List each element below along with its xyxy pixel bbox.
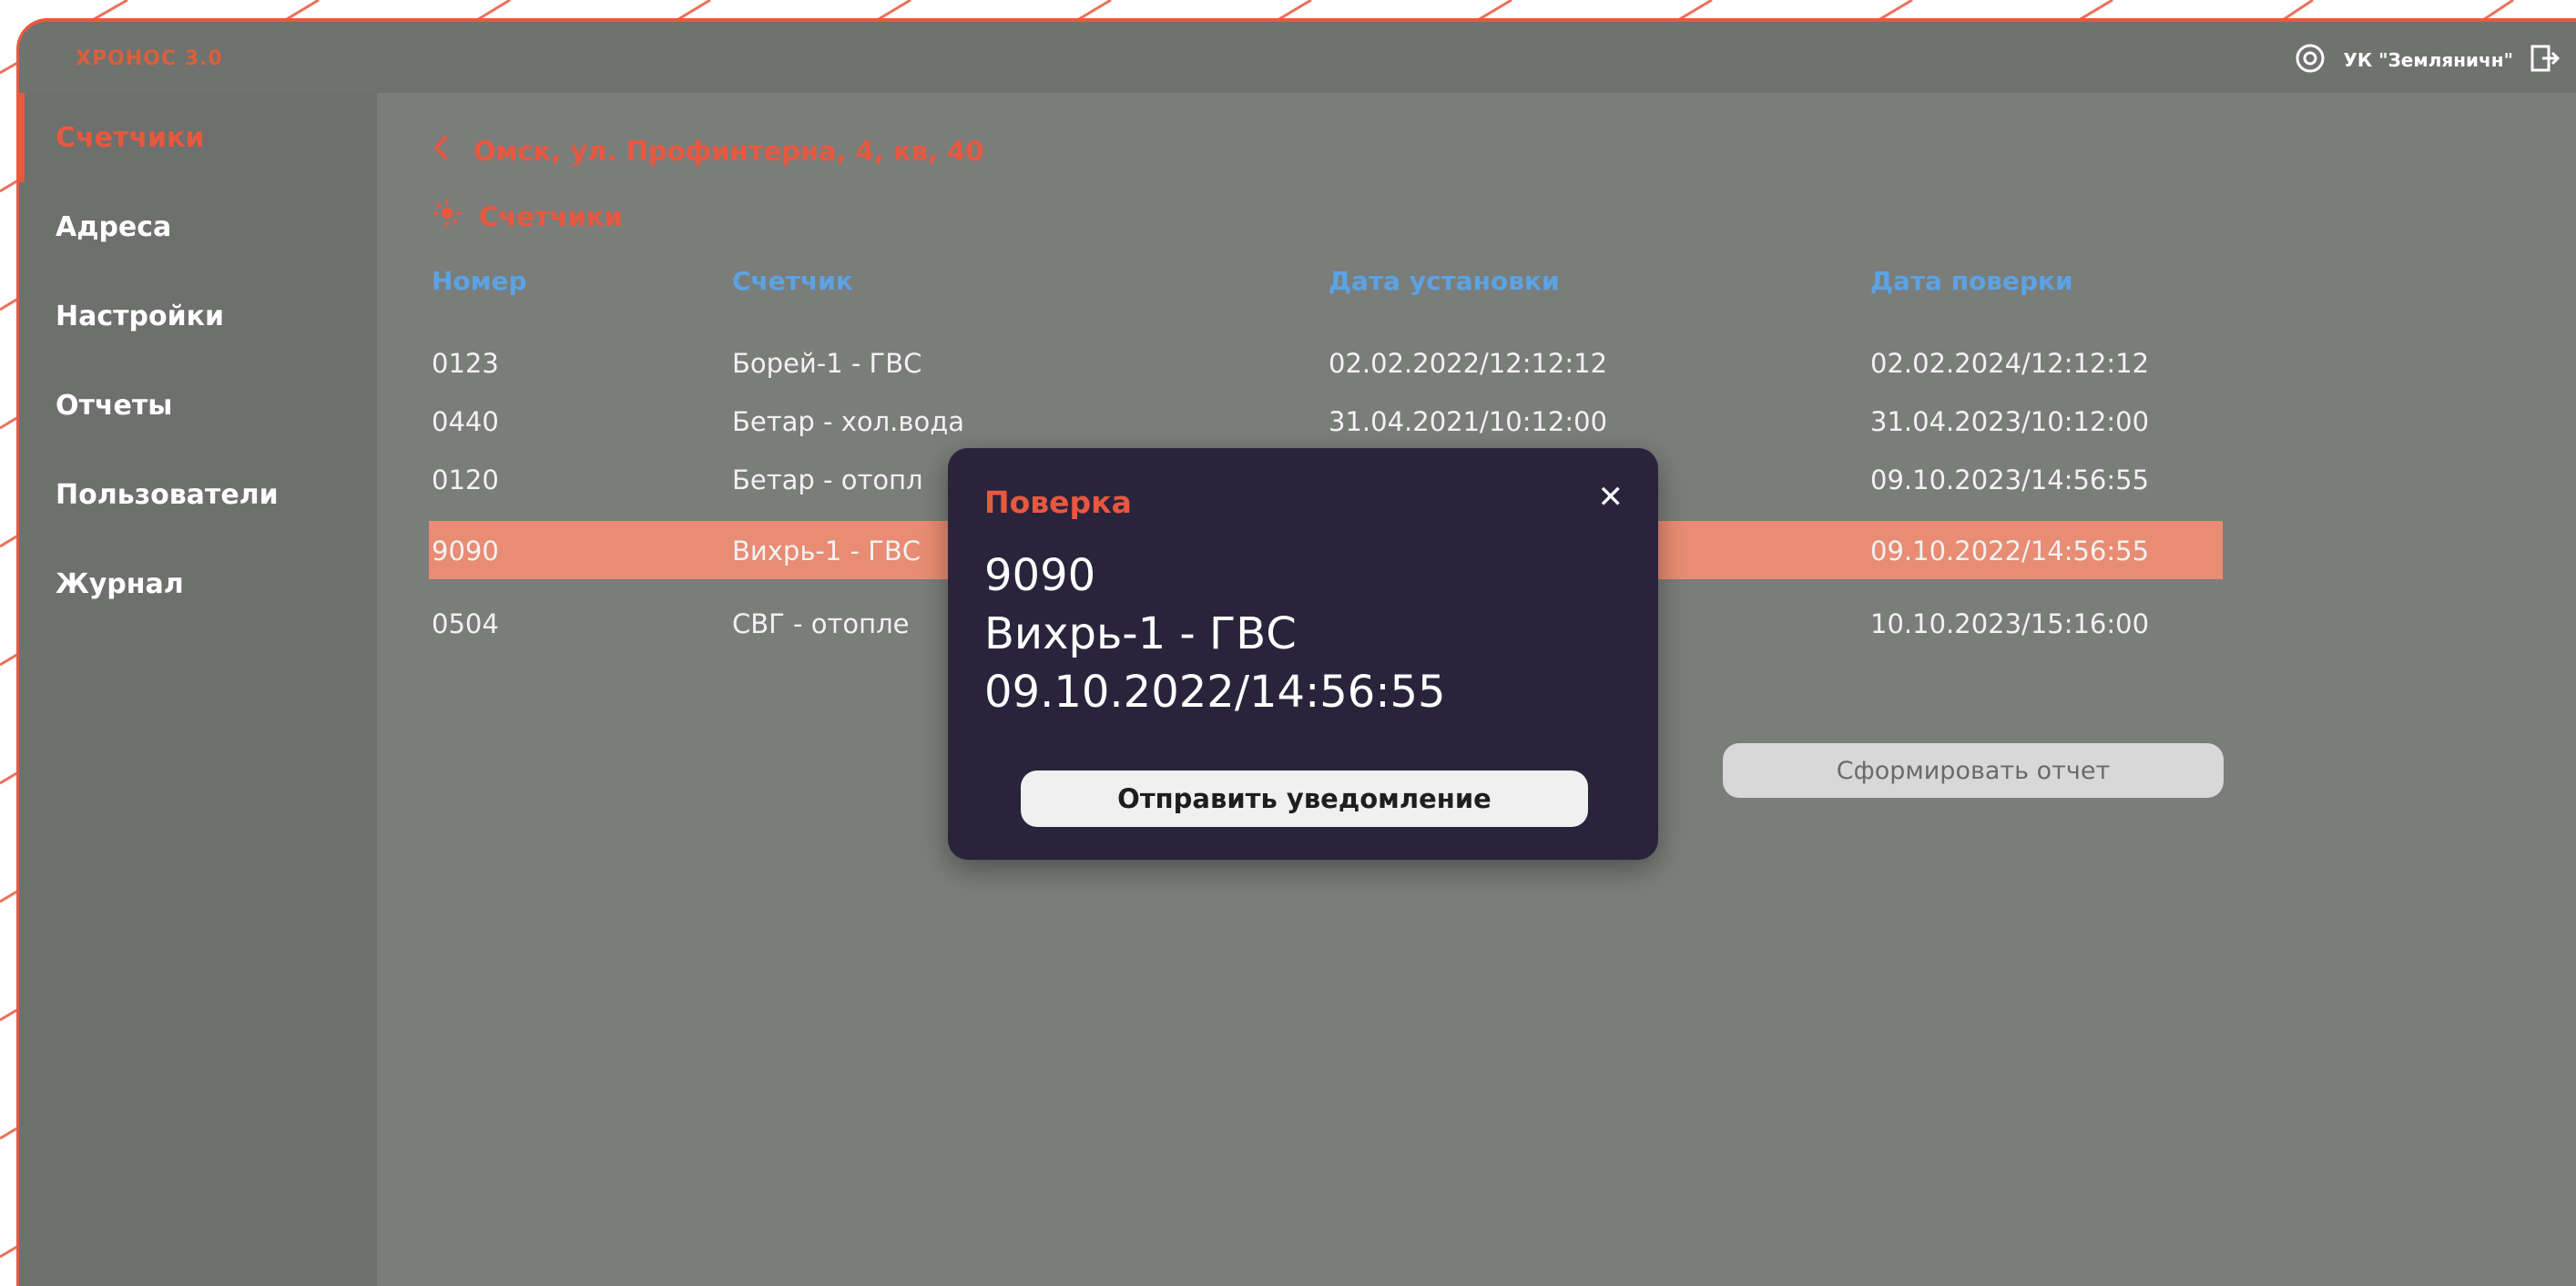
modal-meter-number: 9090 xyxy=(984,550,1096,601)
column-header-verified: Дата поверки xyxy=(1870,266,2073,296)
cell-number: 0120 xyxy=(432,464,499,495)
generate-report-button[interactable]: Сформировать отчет xyxy=(1723,743,2224,798)
cell-number: 0504 xyxy=(432,608,499,639)
sidebar-item-settings[interactable]: Настройки xyxy=(19,271,377,361)
cell-meter: СВГ - отопле xyxy=(732,608,910,639)
column-header-installed: Дата установки xyxy=(1329,266,1560,296)
chevron-left-icon[interactable] xyxy=(432,134,450,168)
column-header-meter: Счетчик xyxy=(732,266,853,296)
verification-modal: Поверка ✕ 9090 Вихрь-1 - ГВС 09.10.2022/… xyxy=(948,448,1658,860)
cell-installed: 31.04.2021/10:12:00 xyxy=(1329,406,1608,437)
section-title: Счетчики xyxy=(479,200,623,232)
sidebar-item-journal[interactable]: Журнал xyxy=(19,539,377,628)
close-icon[interactable]: ✕ xyxy=(1598,479,1624,515)
modal-meter-name: Вихрь-1 - ГВС xyxy=(984,608,1297,659)
modal-verification-date: 09.10.2022/14:56:55 xyxy=(984,667,1446,718)
column-header-number: Номер xyxy=(432,266,527,296)
send-notification-button[interactable]: Отправить уведомление xyxy=(1021,771,1588,827)
app-title: ХРОНОС 3.0 xyxy=(76,47,223,70)
settings-icon[interactable] xyxy=(2294,42,2327,78)
breadcrumb: Омск, ул. Профинтерна, 4, кв, 40 xyxy=(432,134,983,168)
cell-verified: 10.10.2023/15:16:00 xyxy=(1870,608,2150,639)
cell-meter: Бетар - отопл xyxy=(732,464,923,495)
cell-verified: 31.04.2023/10:12:00 xyxy=(1870,406,2150,437)
sidebar-item-reports[interactable]: Отчеты xyxy=(19,361,377,450)
top-right-controls: УК "Земляничн" xyxy=(2294,42,2561,78)
top-bar: ХРОНОС 3.0 УК "Земляничн" xyxy=(19,22,2576,93)
cell-meter: Борей-1 - ГВС xyxy=(732,348,922,379)
cell-verified: 02.02.2024/12:12:12 xyxy=(1870,348,2150,379)
section-header: Счетчики xyxy=(432,198,623,235)
cell-verified: 09.10.2022/14:56:55 xyxy=(1870,536,2150,566)
cell-meter: Вихрь-1 - ГВС xyxy=(732,536,921,566)
cell-number: 9090 xyxy=(432,536,499,566)
breadcrumb-address: Омск, ул. Профинтерна, 4, кв, 40 xyxy=(473,135,984,167)
modal-title: Поверка xyxy=(984,485,1132,520)
cell-verified: 09.10.2023/14:56:55 xyxy=(1870,464,2150,495)
cell-meter: Бетар - хол.вода xyxy=(732,406,965,437)
sidebar-item-meters[interactable]: Счетчики xyxy=(19,93,377,182)
sidebar: Счетчики Адреса Настройки Отчеты Пользов… xyxy=(19,93,377,1286)
table-row[interactable]: 0440 Бетар - хол.вода 31.04.2021/10:12:0… xyxy=(429,392,2223,450)
meter-icon xyxy=(432,198,463,235)
sidebar-item-addresses[interactable]: Адреса xyxy=(19,182,377,271)
company-name: УК "Земляничн" xyxy=(2343,49,2513,71)
cell-number: 0440 xyxy=(432,406,499,437)
cell-installed: 02.02.2022/12:12:12 xyxy=(1329,348,1608,379)
logout-icon[interactable] xyxy=(2530,43,2561,77)
cell-number: 0123 xyxy=(432,348,499,379)
table-row[interactable]: 0123 Борей-1 - ГВС 02.02.2022/12:12:12 0… xyxy=(429,333,2223,392)
sidebar-item-users[interactable]: Пользователи xyxy=(19,450,377,539)
